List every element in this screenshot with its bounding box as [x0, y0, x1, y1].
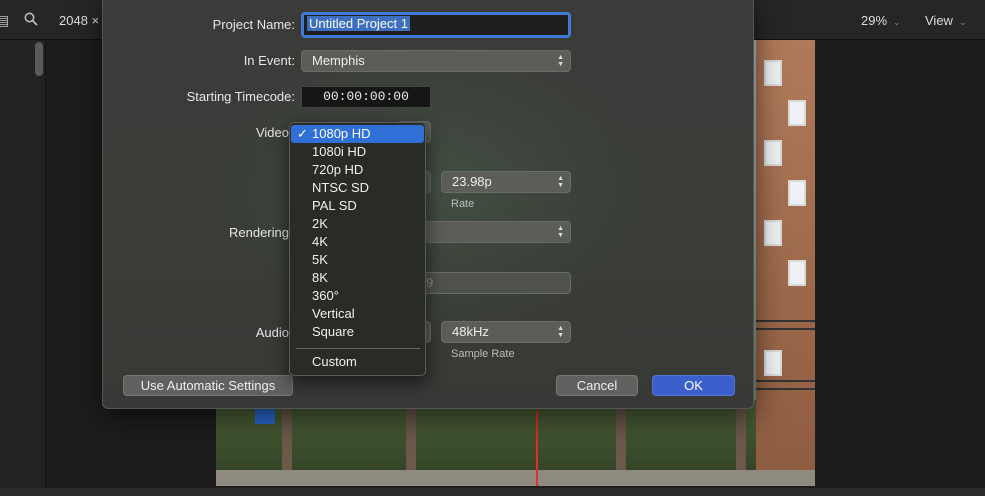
menu-item-2k[interactable]: 2K: [291, 215, 424, 233]
image-building: [756, 40, 815, 486]
image-sign: [255, 408, 275, 424]
menu-item-label: Square: [312, 324, 354, 339]
chevron-down-icon: ⌄: [893, 17, 901, 27]
project-name-input[interactable]: Untitled Project 1: [301, 12, 571, 38]
menu-item-label: Vertical: [312, 306, 355, 321]
menu-item-label: NTSC SD: [312, 180, 370, 195]
project-name-label: Project Name:: [212, 17, 295, 32]
zoom-menu[interactable]: 29% ⌄: [861, 13, 901, 28]
timeline-bar: [0, 488, 985, 496]
audio-label: Audio: [255, 325, 289, 340]
image-balcony: [756, 380, 815, 390]
image-window: [764, 220, 782, 246]
menu-item-720p-hd[interactable]: 720p HD: [291, 161, 424, 179]
video-label: Video: [255, 125, 289, 140]
disabled-popup-value: 9: [426, 275, 434, 290]
menu-item-360[interactable]: 360°: [291, 287, 424, 305]
sample-rate-caption: Sample Rate: [451, 348, 515, 360]
rate-popup[interactable]: 23.98p ▲ ▼: [441, 171, 571, 193]
menu-item-label: Custom: [312, 354, 357, 369]
zoom-value: 29%: [861, 13, 888, 28]
updown-arrows-icon: ▲ ▼: [557, 54, 564, 68]
menu-item-label: 2K: [312, 216, 328, 231]
event-label: In Event:: [243, 53, 295, 68]
menu-item-vertical[interactable]: Vertical: [291, 305, 424, 323]
image-window: [764, 140, 782, 166]
menu-item-label: 5K: [312, 252, 328, 267]
menu-item-label: 720p HD: [312, 162, 364, 177]
timecode-label: Starting Timecode:: [186, 89, 295, 104]
new-project-dialog: Project Name: Untitled Project 1 In Even…: [102, 0, 754, 409]
image-ground: [216, 470, 815, 486]
menu-item-square[interactable]: Square: [291, 323, 424, 341]
sample-rate-value: 48kHz: [452, 324, 489, 339]
event-popup[interactable]: Memphis ▲ ▼: [301, 50, 571, 72]
menu-item-label: 1080p HD: [312, 126, 371, 141]
project-name-value: Untitled Project 1: [307, 16, 410, 31]
menu-item-label: 360°: [312, 288, 339, 303]
playhead[interactable]: [536, 410, 538, 486]
checkmark-icon: ✓: [297, 126, 308, 141]
rendering-label: Rendering: [229, 225, 289, 240]
viewer-resolution: 2048 ×: [59, 13, 100, 28]
search-icon[interactable]: [24, 12, 38, 29]
menu-item-label: 8K: [312, 270, 328, 285]
video-format-menu: ✓ 1080p HD 1080i HD 720p HD NTSC SD PAL S…: [289, 122, 426, 376]
image-window: [764, 60, 782, 86]
browser-scrollbar[interactable]: [35, 42, 43, 76]
sample-rate-popup[interactable]: 48kHz ▲ ▼: [441, 321, 571, 343]
film-icon[interactable]: ▤: [0, 12, 9, 29]
view-menu[interactable]: View ⌄: [925, 13, 967, 28]
use-automatic-settings-button[interactable]: Use Automatic Settings: [123, 375, 293, 396]
cancel-button[interactable]: Cancel: [556, 375, 638, 396]
menu-item-label: 4K: [312, 234, 328, 249]
menu-item-label: PAL SD: [312, 198, 357, 213]
menu-item-pal-sd[interactable]: PAL SD: [291, 197, 424, 215]
chevron-down-icon: ⌄: [958, 17, 967, 27]
rate-value: 23.98p: [452, 174, 492, 189]
menu-separator: [296, 348, 420, 349]
updown-arrows-icon: ▲ ▼: [557, 225, 564, 239]
ok-button[interactable]: OK: [652, 375, 735, 396]
updown-arrows-icon: ▲ ▼: [557, 325, 564, 339]
image-window: [764, 350, 782, 376]
menu-item-1080i-hd[interactable]: 1080i HD: [291, 143, 424, 161]
menu-item-8k[interactable]: 8K: [291, 269, 424, 287]
rate-caption: Rate: [451, 198, 475, 210]
updown-arrows-icon: ▲ ▼: [557, 175, 564, 189]
event-value: Memphis: [312, 53, 365, 68]
image-window: [788, 260, 806, 286]
menu-item-ntsc-sd[interactable]: NTSC SD: [291, 179, 424, 197]
image-window: [788, 180, 806, 206]
view-label: View: [925, 13, 953, 28]
menu-item-5k[interactable]: 5K: [291, 251, 424, 269]
image-window: [788, 100, 806, 126]
menu-item-custom[interactable]: Custom: [291, 353, 424, 371]
timecode-field[interactable]: 00:00:00:00: [301, 86, 431, 108]
browser-panel: [0, 40, 46, 496]
menu-item-label: 1080i HD: [312, 144, 367, 159]
menu-item-4k[interactable]: 4K: [291, 233, 424, 251]
menu-item-1080p-hd[interactable]: ✓ 1080p HD: [291, 125, 424, 143]
image-balcony: [756, 320, 815, 330]
